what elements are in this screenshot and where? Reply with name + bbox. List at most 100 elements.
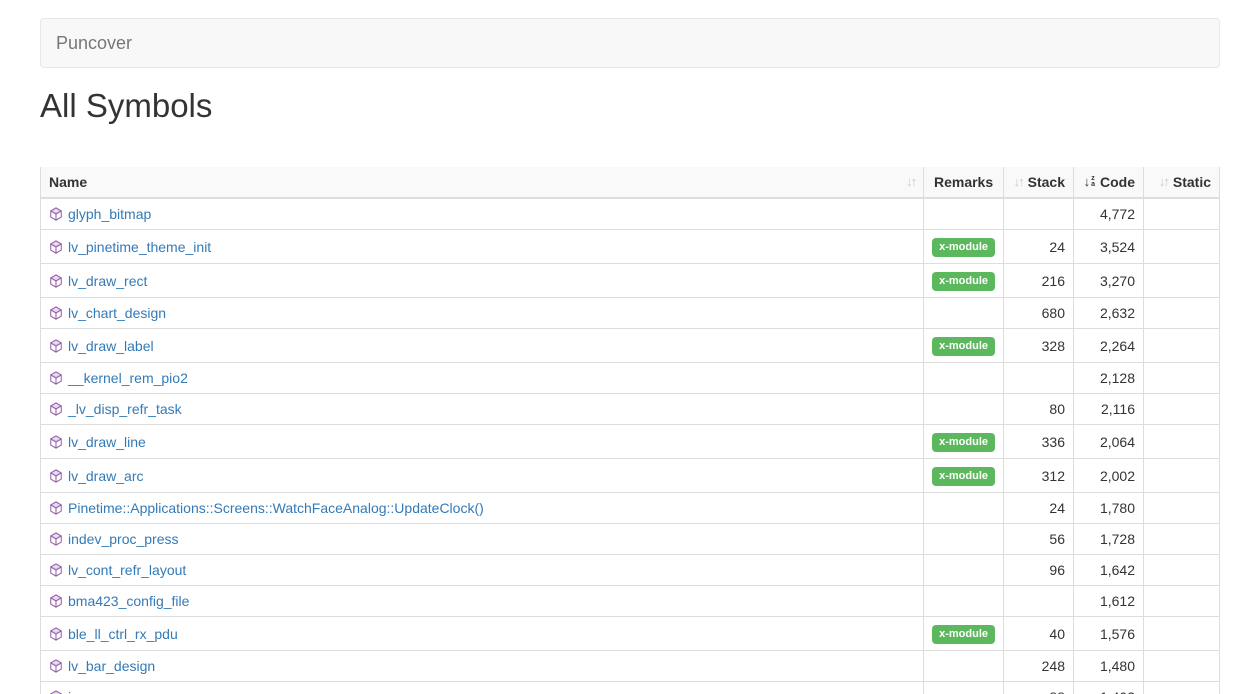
navbar-brand[interactable]: Puncover — [41, 18, 147, 68]
static-cell — [1144, 298, 1220, 329]
symbol-link[interactable]: glyph_bitmap — [68, 206, 151, 222]
symbol-cube-icon — [49, 306, 63, 320]
table-row: ble_ll_ctrl_rx_pdu x-module 40 1,576 — [41, 617, 1220, 651]
symbols-table: Name ↓↑ Remarks ↓↑ Stack ↓ — [40, 167, 1220, 694]
code-cell: 1,780 — [1074, 493, 1144, 524]
symbol-link[interactable]: __kernel_rem_pio2 — [68, 370, 188, 386]
static-cell — [1144, 586, 1220, 617]
code-cell: 2,116 — [1074, 394, 1144, 425]
table-row: __kernel_rem_pio2 2,128 — [41, 363, 1220, 394]
code-cell: 2,128 — [1074, 363, 1144, 394]
symbol-link[interactable]: Pinetime::Applications::Screens::WatchFa… — [68, 500, 484, 516]
code-cell: 1,576 — [1074, 617, 1144, 651]
table-row: lv_pinetime_theme_init x-module 24 3,524 — [41, 230, 1220, 264]
remarks-cell — [924, 651, 1004, 682]
code-cell: 1,480 — [1074, 651, 1144, 682]
stack-cell: 216 — [1004, 264, 1074, 298]
navbar: Puncover — [40, 18, 1220, 68]
column-header-code[interactable]: ↓ z a Code — [1074, 167, 1144, 198]
stack-cell: 88 — [1004, 682, 1074, 694]
table-row: lv_cont_refr_layout 96 1,642 — [41, 555, 1220, 586]
remarks-cell — [924, 493, 1004, 524]
static-cell — [1144, 264, 1220, 298]
symbol-cube-icon — [49, 627, 63, 641]
static-cell — [1144, 363, 1220, 394]
symbol-link[interactable]: bma423_config_file — [68, 593, 189, 609]
remark-badge: x-module — [932, 238, 995, 257]
symbol-link[interactable]: lv_draw_arc — [68, 468, 143, 484]
symbol-link[interactable]: lv_draw_rect — [68, 273, 147, 289]
symbol-link[interactable]: lv_pinetime_theme_init — [68, 239, 211, 255]
page-container: Puncover All Symbols Name ↓↑ Remarks — [40, 18, 1220, 694]
table-header-row: Name ↓↑ Remarks ↓↑ Stack ↓ — [41, 167, 1220, 198]
column-header-static-label: Static — [1173, 173, 1211, 191]
stack-cell: 40 — [1004, 617, 1074, 651]
code-cell: 4,772 — [1074, 198, 1144, 230]
code-cell: 3,524 — [1074, 230, 1144, 264]
stack-cell: 312 — [1004, 459, 1074, 493]
stack-cell: 336 — [1004, 425, 1074, 459]
remarks-cell — [924, 682, 1004, 694]
remarks-cell — [924, 586, 1004, 617]
symbol-link[interactable]: inv_arc_area — [68, 689, 149, 694]
static-cell — [1144, 524, 1220, 555]
remarks-cell — [924, 555, 1004, 586]
symbol-cube-icon — [49, 659, 63, 673]
column-header-stack[interactable]: ↓↑ Stack — [1004, 167, 1074, 198]
static-cell — [1144, 425, 1220, 459]
static-cell — [1144, 493, 1220, 524]
name-cell: bma423_config_file — [41, 586, 924, 617]
sort-unsorted-icon: ↓↑ — [1014, 173, 1023, 191]
symbol-cube-icon — [49, 563, 63, 577]
sort-unsorted-icon: ↓↑ — [1159, 173, 1168, 191]
column-header-remarks[interactable]: Remarks — [924, 167, 1004, 198]
code-cell: 2,002 — [1074, 459, 1144, 493]
remarks-cell: x-module — [924, 459, 1004, 493]
name-cell: lv_draw_arc — [41, 459, 924, 493]
static-cell — [1144, 682, 1220, 694]
name-cell: ble_ll_ctrl_rx_pdu — [41, 617, 924, 651]
name-cell: _lv_disp_refr_task — [41, 394, 924, 425]
table-row: indev_proc_press 56 1,728 — [41, 524, 1220, 555]
symbol-cube-icon — [49, 339, 63, 353]
symbol-cube-icon — [49, 594, 63, 608]
column-header-code-label: Code — [1100, 173, 1135, 191]
symbol-cube-icon — [49, 690, 63, 694]
symbol-link[interactable]: lv_bar_design — [68, 658, 155, 674]
name-cell: lv_draw_label — [41, 329, 924, 363]
symbol-cube-icon — [49, 532, 63, 546]
remarks-cell: x-module — [924, 329, 1004, 363]
symbol-link[interactable]: _lv_disp_refr_task — [68, 401, 182, 417]
name-cell: Pinetime::Applications::Screens::WatchFa… — [41, 493, 924, 524]
remark-badge: x-module — [932, 337, 995, 356]
stack-cell — [1004, 198, 1074, 230]
code-cell: 1,612 — [1074, 586, 1144, 617]
name-cell: __kernel_rem_pio2 — [41, 363, 924, 394]
symbol-link[interactable]: indev_proc_press — [68, 531, 179, 547]
name-cell: lv_bar_design — [41, 651, 924, 682]
column-header-static[interactable]: ↓↑ Static — [1144, 167, 1220, 198]
symbol-link[interactable]: ble_ll_ctrl_rx_pdu — [68, 626, 178, 642]
table-row: lv_bar_design 248 1,480 — [41, 651, 1220, 682]
symbol-cube-icon — [49, 240, 63, 254]
remarks-cell — [924, 298, 1004, 329]
code-cell: 1,728 — [1074, 524, 1144, 555]
static-cell — [1144, 617, 1220, 651]
stack-cell — [1004, 363, 1074, 394]
symbol-cube-icon — [49, 274, 63, 288]
symbol-link[interactable]: lv_chart_design — [68, 305, 166, 321]
table-row: lv_draw_line x-module 336 2,064 — [41, 425, 1220, 459]
column-header-name[interactable]: Name ↓↑ — [41, 167, 924, 198]
name-cell: lv_cont_refr_layout — [41, 555, 924, 586]
symbol-link[interactable]: lv_draw_label — [68, 338, 154, 354]
stack-cell: 328 — [1004, 329, 1074, 363]
symbol-link[interactable]: lv_draw_line — [68, 434, 146, 450]
column-header-name-label: Name — [49, 173, 87, 191]
name-cell: lv_draw_line — [41, 425, 924, 459]
symbol-link[interactable]: lv_cont_refr_layout — [68, 562, 186, 578]
stack-cell — [1004, 586, 1074, 617]
name-cell: lv_draw_rect — [41, 264, 924, 298]
code-cell: 2,264 — [1074, 329, 1144, 363]
remarks-cell: x-module — [924, 264, 1004, 298]
remark-badge: x-module — [932, 467, 995, 486]
